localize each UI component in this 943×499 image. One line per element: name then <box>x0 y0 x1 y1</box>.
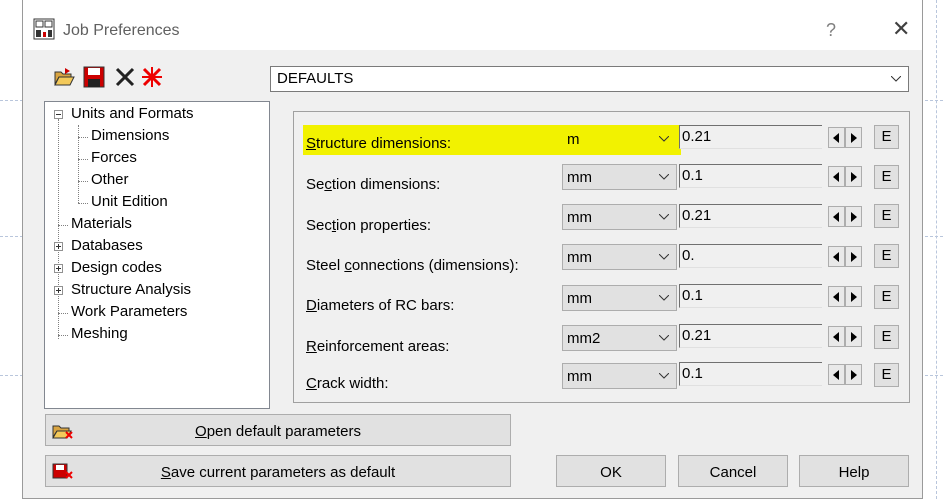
open-folder-icon[interactable] <box>53 66 75 88</box>
decrease-precision-button[interactable] <box>828 364 845 385</box>
tree-connector <box>58 225 68 226</box>
expand-icon[interactable] <box>54 242 63 251</box>
decrease-precision-button[interactable] <box>828 166 845 187</box>
tree-item-other[interactable]: Other <box>91 171 129 188</box>
background-grid-line <box>936 0 937 499</box>
crack-width-precision[interactable]: 0.1 <box>679 362 822 386</box>
decrease-precision-button[interactable] <box>828 206 845 227</box>
ok-button[interactable]: OK <box>556 455 666 487</box>
structure-dimensions-precision[interactable]: 0.21 <box>679 125 822 149</box>
preset-dropdown[interactable]: DEFAULTS <box>270 66 909 92</box>
increase-precision-button[interactable] <box>845 166 862 187</box>
exponent-button[interactable]: E <box>874 204 899 228</box>
tree-connector <box>78 181 88 182</box>
section-properties-unit-select[interactable]: mm <box>562 204 677 230</box>
tree-item-units-and-formats[interactable]: Units and Formats <box>71 105 194 122</box>
chevron-down-icon <box>659 335 669 341</box>
app-icon <box>33 18 55 40</box>
chevron-down-icon <box>659 254 669 260</box>
job-preferences-dialog: Job Preferences ? ✕ DEFAULTS Units and F… <box>22 0 923 499</box>
exponent-button[interactable]: E <box>874 244 899 268</box>
tree-connector <box>58 313 68 314</box>
exponent-button[interactable]: E <box>874 125 899 149</box>
tree-item-materials[interactable]: Materials <box>71 215 132 232</box>
tree-item-work-parameters[interactable]: Work Parameters <box>71 303 187 320</box>
increase-precision-button[interactable] <box>845 206 862 227</box>
section-dimensions-unit-select[interactable]: mm <box>562 164 677 190</box>
steel-connections-precision[interactable]: 0. <box>679 244 822 268</box>
open-default-parameters-button[interactable]: Open default parameters <box>45 414 511 446</box>
increase-precision-button[interactable] <box>845 286 862 307</box>
section-dimensions-label: Section dimensions: <box>306 176 441 193</box>
decrease-precision-button[interactable] <box>828 286 845 307</box>
tree-item-forces[interactable]: Forces <box>91 149 137 166</box>
structure-dimensions-unit-select[interactable]: m <box>562 126 677 152</box>
chevron-down-icon <box>659 373 669 379</box>
decrease-precision-button[interactable] <box>828 127 845 148</box>
tree-connector <box>78 137 88 138</box>
expand-icon[interactable] <box>54 264 63 273</box>
section-properties-precision[interactable]: 0.21 <box>679 204 822 228</box>
crack-width-unit-select[interactable]: mm <box>562 363 677 389</box>
save-icon[interactable] <box>83 66 105 88</box>
reinforcement-areas-unit-select[interactable]: mm2 <box>562 325 677 351</box>
steel-connections-unit-select[interactable]: mm <box>562 244 677 270</box>
tree-item-unit-edition[interactable]: Unit Edition <box>91 193 168 210</box>
exponent-button[interactable]: E <box>874 363 899 387</box>
decrease-precision-button[interactable] <box>828 246 845 267</box>
reinforcement-areas-label: Reinforcement areas: <box>306 338 450 355</box>
tree-connector <box>78 159 88 160</box>
structure-dimensions-label: Structure dimensions: <box>306 135 452 152</box>
reset-icon[interactable] <box>141 66 163 88</box>
help-title-button[interactable]: ? <box>826 20 836 41</box>
rc-bar-diameters-unit-select[interactable]: mm <box>562 285 677 311</box>
chevron-down-icon <box>659 295 669 301</box>
chevron-down-icon <box>659 174 669 180</box>
exponent-button[interactable]: E <box>874 165 899 189</box>
section-dimensions-precision[interactable]: 0.1 <box>679 164 822 188</box>
tree-item-databases[interactable]: Databases <box>71 237 143 254</box>
increase-precision-button[interactable] <box>845 246 862 267</box>
preset-value: DEFAULTS <box>277 70 354 87</box>
section-properties-label: Section properties: <box>306 217 432 234</box>
reinforcement-areas-precision[interactable]: 0.21 <box>679 324 822 348</box>
increase-precision-button[interactable] <box>845 127 862 148</box>
chevron-down-icon <box>659 136 669 142</box>
exponent-button[interactable]: E <box>874 285 899 309</box>
decrease-precision-button[interactable] <box>828 326 845 347</box>
steel-connections-label: Steel connections (dimensions): <box>306 257 519 274</box>
close-button[interactable]: ✕ <box>892 16 910 42</box>
help-button[interactable]: Help <box>799 455 909 487</box>
chevron-down-icon <box>891 76 901 82</box>
tree-connector <box>58 119 59 339</box>
delete-icon[interactable] <box>114 66 136 88</box>
tree-item-dimensions[interactable]: Dimensions <box>91 127 169 144</box>
title-bar: Job Preferences ? ✕ <box>23 0 922 50</box>
increase-precision-button[interactable] <box>845 364 862 385</box>
exponent-button[interactable]: E <box>874 325 899 349</box>
tree-connector <box>78 203 88 204</box>
tree-item-meshing[interactable]: Meshing <box>71 325 128 342</box>
tree-item-design-codes[interactable]: Design codes <box>71 259 162 276</box>
preferences-tree: Units and Formats Dimensions Forces Othe… <box>44 101 270 409</box>
save-current-parameters-button[interactable]: Save current parameters as default <box>45 455 511 487</box>
chevron-down-icon <box>659 214 669 220</box>
window-title: Job Preferences <box>63 22 180 39</box>
expand-icon[interactable] <box>54 286 63 295</box>
tree-connector <box>58 335 68 336</box>
cancel-button[interactable]: Cancel <box>678 455 788 487</box>
increase-precision-button[interactable] <box>845 326 862 347</box>
rc-bar-diameters-label: Diameters of RC bars: <box>306 297 455 314</box>
crack-width-label: Crack width: <box>306 375 389 392</box>
collapse-icon[interactable] <box>54 110 63 119</box>
tree-item-structure-analysis[interactable]: Structure Analysis <box>71 281 191 298</box>
rc-bar-diameters-precision[interactable]: 0.1 <box>679 284 822 308</box>
